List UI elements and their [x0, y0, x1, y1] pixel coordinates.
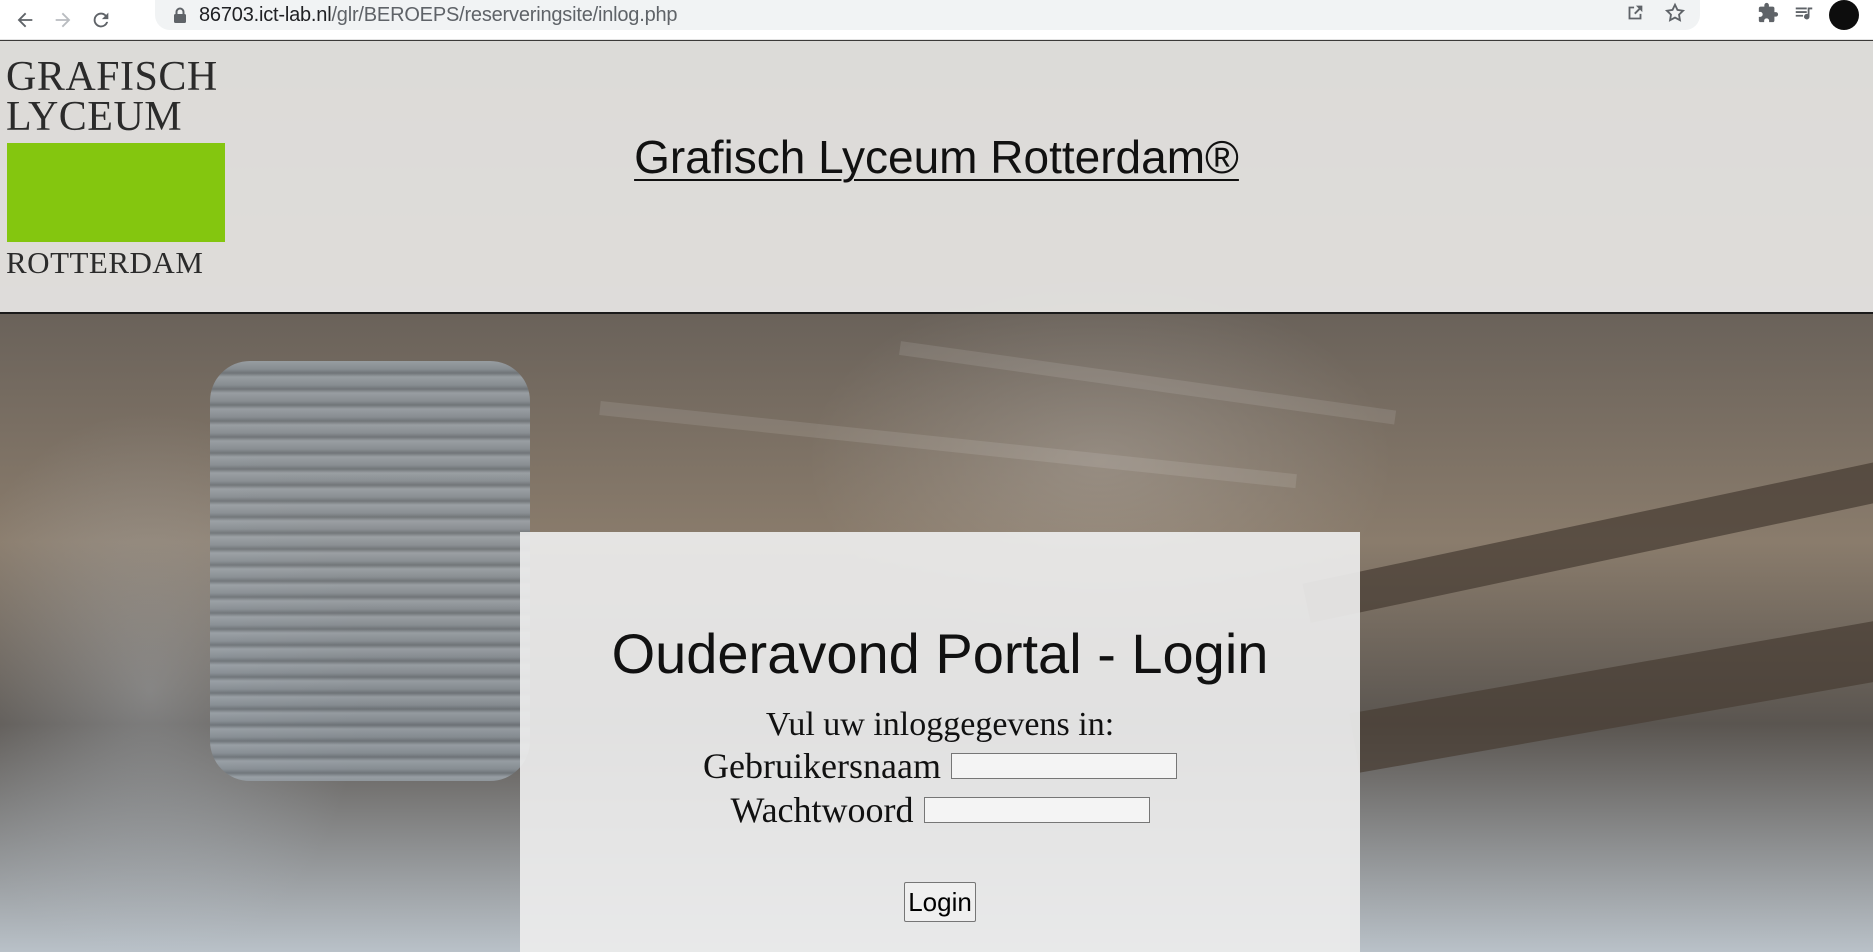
back-icon — [17, 12, 33, 27]
ceiling-panel — [899, 341, 1397, 425]
login-panel: Ouderavond Portal - Login Vul uw inlogge… — [520, 532, 1360, 952]
url-host: 86703.ict-lab.nl — [199, 3, 332, 26]
password-input[interactable] — [923, 797, 1150, 823]
password-row: Wachtwoord — [520, 788, 1360, 832]
share-icon[interactable] — [1624, 2, 1646, 29]
address-bar[interactable]: 86703.ict-lab.nl/glr/BEROEPS/reservering… — [155, 0, 1700, 30]
password-label: Wachtwoord — [730, 790, 914, 830]
logo-line-1: GRAFISCH — [6, 54, 218, 100]
star-icon[interactable] — [1664, 2, 1686, 29]
omnibox-actions — [1624, 0, 1686, 30]
site-title-link[interactable]: Grafisch Lyceum Rotterdam® — [0, 130, 1873, 184]
username-input[interactable] — [950, 753, 1177, 779]
ceiling-beam — [1349, 609, 1873, 773]
login-button[interactable]: Login — [904, 882, 976, 922]
back-button[interactable] — [6, 5, 44, 35]
lock-icon — [173, 7, 187, 23]
browser-toolbar: 86703.ict-lab.nl/glr/BEROEPS/reservering… — [0, 0, 1873, 40]
username-label: Gebruikersnaam — [703, 746, 941, 786]
toolbar-right — [1757, 0, 1873, 30]
url-path: /glr/BEROEPS/reserveringsite/inlog.php — [331, 3, 678, 26]
ceiling-duct — [210, 361, 530, 781]
forward-button[interactable] — [44, 5, 82, 35]
site-header: GRAFISCH LYCEUM ROTTERDAM Grafisch Lyceu… — [0, 41, 1873, 314]
username-row: Gebruikersnaam — [520, 744, 1360, 788]
extensions-icon[interactable] — [1757, 2, 1779, 29]
forward-icon — [55, 12, 71, 27]
reload-icon — [93, 12, 109, 27]
login-title: Ouderavond Portal - Login — [611, 622, 1269, 685]
ceiling-panel — [599, 401, 1297, 489]
avatar[interactable] — [1829, 0, 1859, 30]
media-icon[interactable] — [1793, 2, 1815, 29]
ceiling-beam — [1302, 459, 1873, 623]
reload-button[interactable] — [82, 5, 120, 35]
url-text: 86703.ict-lab.nl/glr/BEROEPS/reservering… — [199, 3, 678, 27]
logo-line-3: ROTTERDAM — [6, 245, 204, 280]
login-subtitle: Vul uw inloggegevens in: — [765, 706, 1115, 743]
